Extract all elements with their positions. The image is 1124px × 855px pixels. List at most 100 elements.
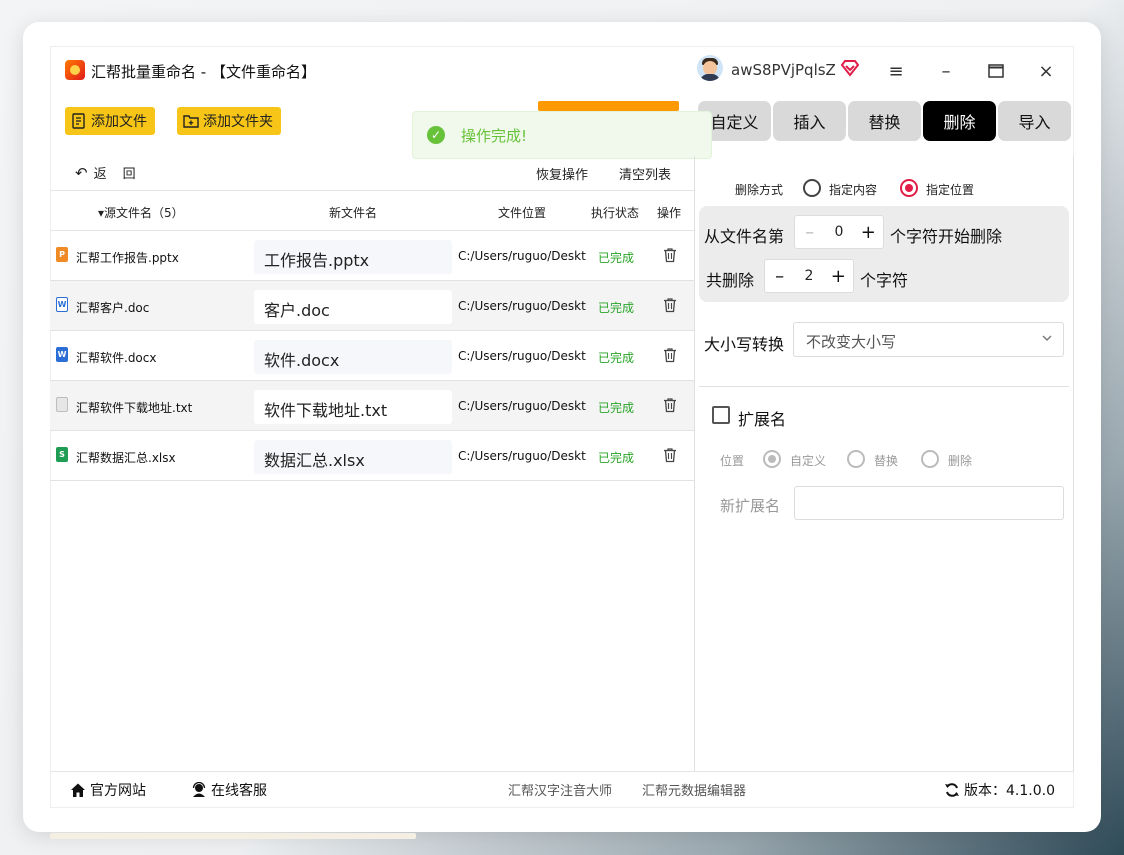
extension-label[interactable]: 扩展名 [738,406,786,430]
refresh-icon [945,783,959,797]
count-label: 共删除 [706,271,755,290]
from-label: 从文件名第 [704,227,785,246]
count-value[interactable]: 2 [794,268,823,284]
tab-delete[interactable]: 删除 [923,101,996,141]
ext-radio-delete-label[interactable]: 删除 [948,452,972,469]
back-arrow-icon: ↶ [75,163,88,182]
from-suffix: 个字符开始删除 [890,227,1003,246]
support-label: 在线客服 [211,783,267,799]
table-row[interactable]: 汇帮软件下载地址.txt 软件下载地址.txt C:/Users/ruguo/D… [50,381,695,431]
new-extension-input[interactable] [794,486,1064,520]
file-location: C:/Users/ruguo/Desktop [458,399,586,413]
home-icon [71,783,85,797]
pptx-icon: P [56,247,68,262]
tab-import[interactable]: 导入 [998,101,1071,141]
back-label-2: 回 [122,167,136,182]
footer-link-pinyin[interactable]: 汇帮汉字注音大师 [508,780,612,799]
table-row[interactable]: W 汇帮客户.doc 客户.doc C:/Users/ruguo/Desktop… [50,281,695,331]
app-title: 汇帮批量重命名 - 【文件重命名】 [91,63,316,81]
add-folder-button[interactable]: 添加文件夹 [177,107,281,135]
trash-icon[interactable] [662,347,678,363]
source-filename: 汇帮数据汇总.xlsx [76,451,176,465]
ext-position-label: 位置 [720,454,745,468]
action-header: 操作 [657,206,682,220]
decrement-icon[interactable]: – [765,266,794,287]
menu-icon[interactable]: ≡ [881,56,911,86]
footer-divider [50,771,1074,772]
source-filename: 汇帮工作报告.pptx [76,251,179,265]
count-stepper[interactable]: – 2 + [764,259,854,293]
toast-message: 操作完成! [461,126,528,145]
radio-by-position-label[interactable]: 指定位置 [926,181,974,198]
ext-radio-custom-label[interactable]: 自定义 [790,452,826,469]
clear-list-button[interactable]: 清空列表 [619,164,671,183]
increment-icon[interactable]: + [854,222,883,243]
add-file-label: 添加文件 [91,114,147,130]
trash-icon[interactable] [662,447,678,463]
table-row[interactable]: W 汇帮软件.docx 软件.docx C:/Users/ruguo/Deskt… [50,331,695,381]
radio-by-position[interactable] [900,179,918,197]
docx-icon: W [56,347,68,362]
table-row[interactable]: P 汇帮工作报告.pptx 工作报告.pptx C:/Users/ruguo/D… [50,231,695,281]
version-info[interactable]: 版本：4.1.0.0 [944,780,1055,800]
extension-checkbox[interactable] [712,406,730,424]
version-label: 版本：4.1.0.0 [964,783,1055,799]
radio-by-content[interactable] [803,179,821,197]
maximize-icon[interactable] [981,56,1011,86]
file-location: C:/Users/ruguo/Desktop [458,449,586,463]
add-folder-icon [183,115,199,128]
minimize-icon[interactable]: – [931,56,961,86]
case-select[interactable]: 不改变大小写 [793,322,1064,357]
website-link[interactable]: 官方网站 [70,780,146,800]
source-header[interactable]: ▾源文件名（5） [98,204,184,221]
status-text: 已完成 [598,351,635,365]
table-header: ▾源文件名（5） 新文件名 文件位置 执行状态 操作 [50,191,695,231]
status-text: 已完成 [598,251,635,265]
support-link[interactable]: 在线客服 [191,780,267,800]
add-file-button[interactable]: 添加文件 [65,107,155,135]
vip-icon[interactable] [840,58,860,78]
file-location: C:/Users/ruguo/Desktop [458,249,586,263]
new-extension-label: 新扩展名 [720,497,781,515]
xlsx-icon: S [56,447,68,462]
source-filename: 汇帮客户.doc [76,301,150,315]
section-divider [699,386,1069,387]
restore-button[interactable]: 恢复操作 [536,164,588,183]
tab-insert[interactable]: 插入 [773,101,846,141]
new-filename: 软件.docx [254,340,452,374]
tab-replace[interactable]: 替换 [848,101,921,141]
from-value[interactable]: 0 [824,224,853,240]
radio-by-content-label[interactable]: 指定内容 [829,181,877,198]
title-bar: 汇帮批量重命名 - 【文件重命名】 awS8PVjPqlsZ ≡ – × [50,46,1074,96]
add-folder-label: 添加文件夹 [203,114,273,130]
status-text: 已完成 [598,401,635,415]
file-location: C:/Users/ruguo/Desktop [458,349,586,363]
doc-icon: W [56,297,68,312]
footer-link-metadata[interactable]: 汇帮元数据编辑器 [642,780,746,799]
close-icon[interactable]: × [1031,56,1061,86]
new-filename: 软件下载地址.txt [254,390,452,424]
location-header: 文件位置 [498,206,547,220]
user-avatar[interactable] [697,55,723,81]
trash-icon[interactable] [662,397,678,413]
table-row[interactable]: S 汇帮数据汇总.xlsx 数据汇总.xlsx C:/Users/ruguo/D… [50,431,695,481]
back-button[interactable]: ↶ 返 回 [75,163,136,183]
ext-radio-delete[interactable] [921,450,939,468]
status-text: 已完成 [598,301,635,315]
trash-icon[interactable] [662,297,678,313]
progress-strip [50,833,416,839]
chevron-down-icon [1042,335,1052,341]
txt-icon [56,397,68,412]
trash-icon[interactable] [662,247,678,263]
new-filename: 工作报告.pptx [254,240,452,274]
ext-radio-custom[interactable] [763,450,781,468]
decrement-icon[interactable]: – [795,222,824,243]
count-suffix: 个字符 [860,271,909,290]
ext-radio-replace-label[interactable]: 替换 [874,452,898,469]
ext-radio-replace[interactable] [847,450,865,468]
from-stepper[interactable]: – 0 + [794,215,884,249]
username[interactable]: awS8PVjPqlsZ [731,61,836,79]
status-header: 执行状态 [591,206,640,220]
start-button[interactable] [538,101,679,111]
increment-icon[interactable]: + [824,266,853,287]
